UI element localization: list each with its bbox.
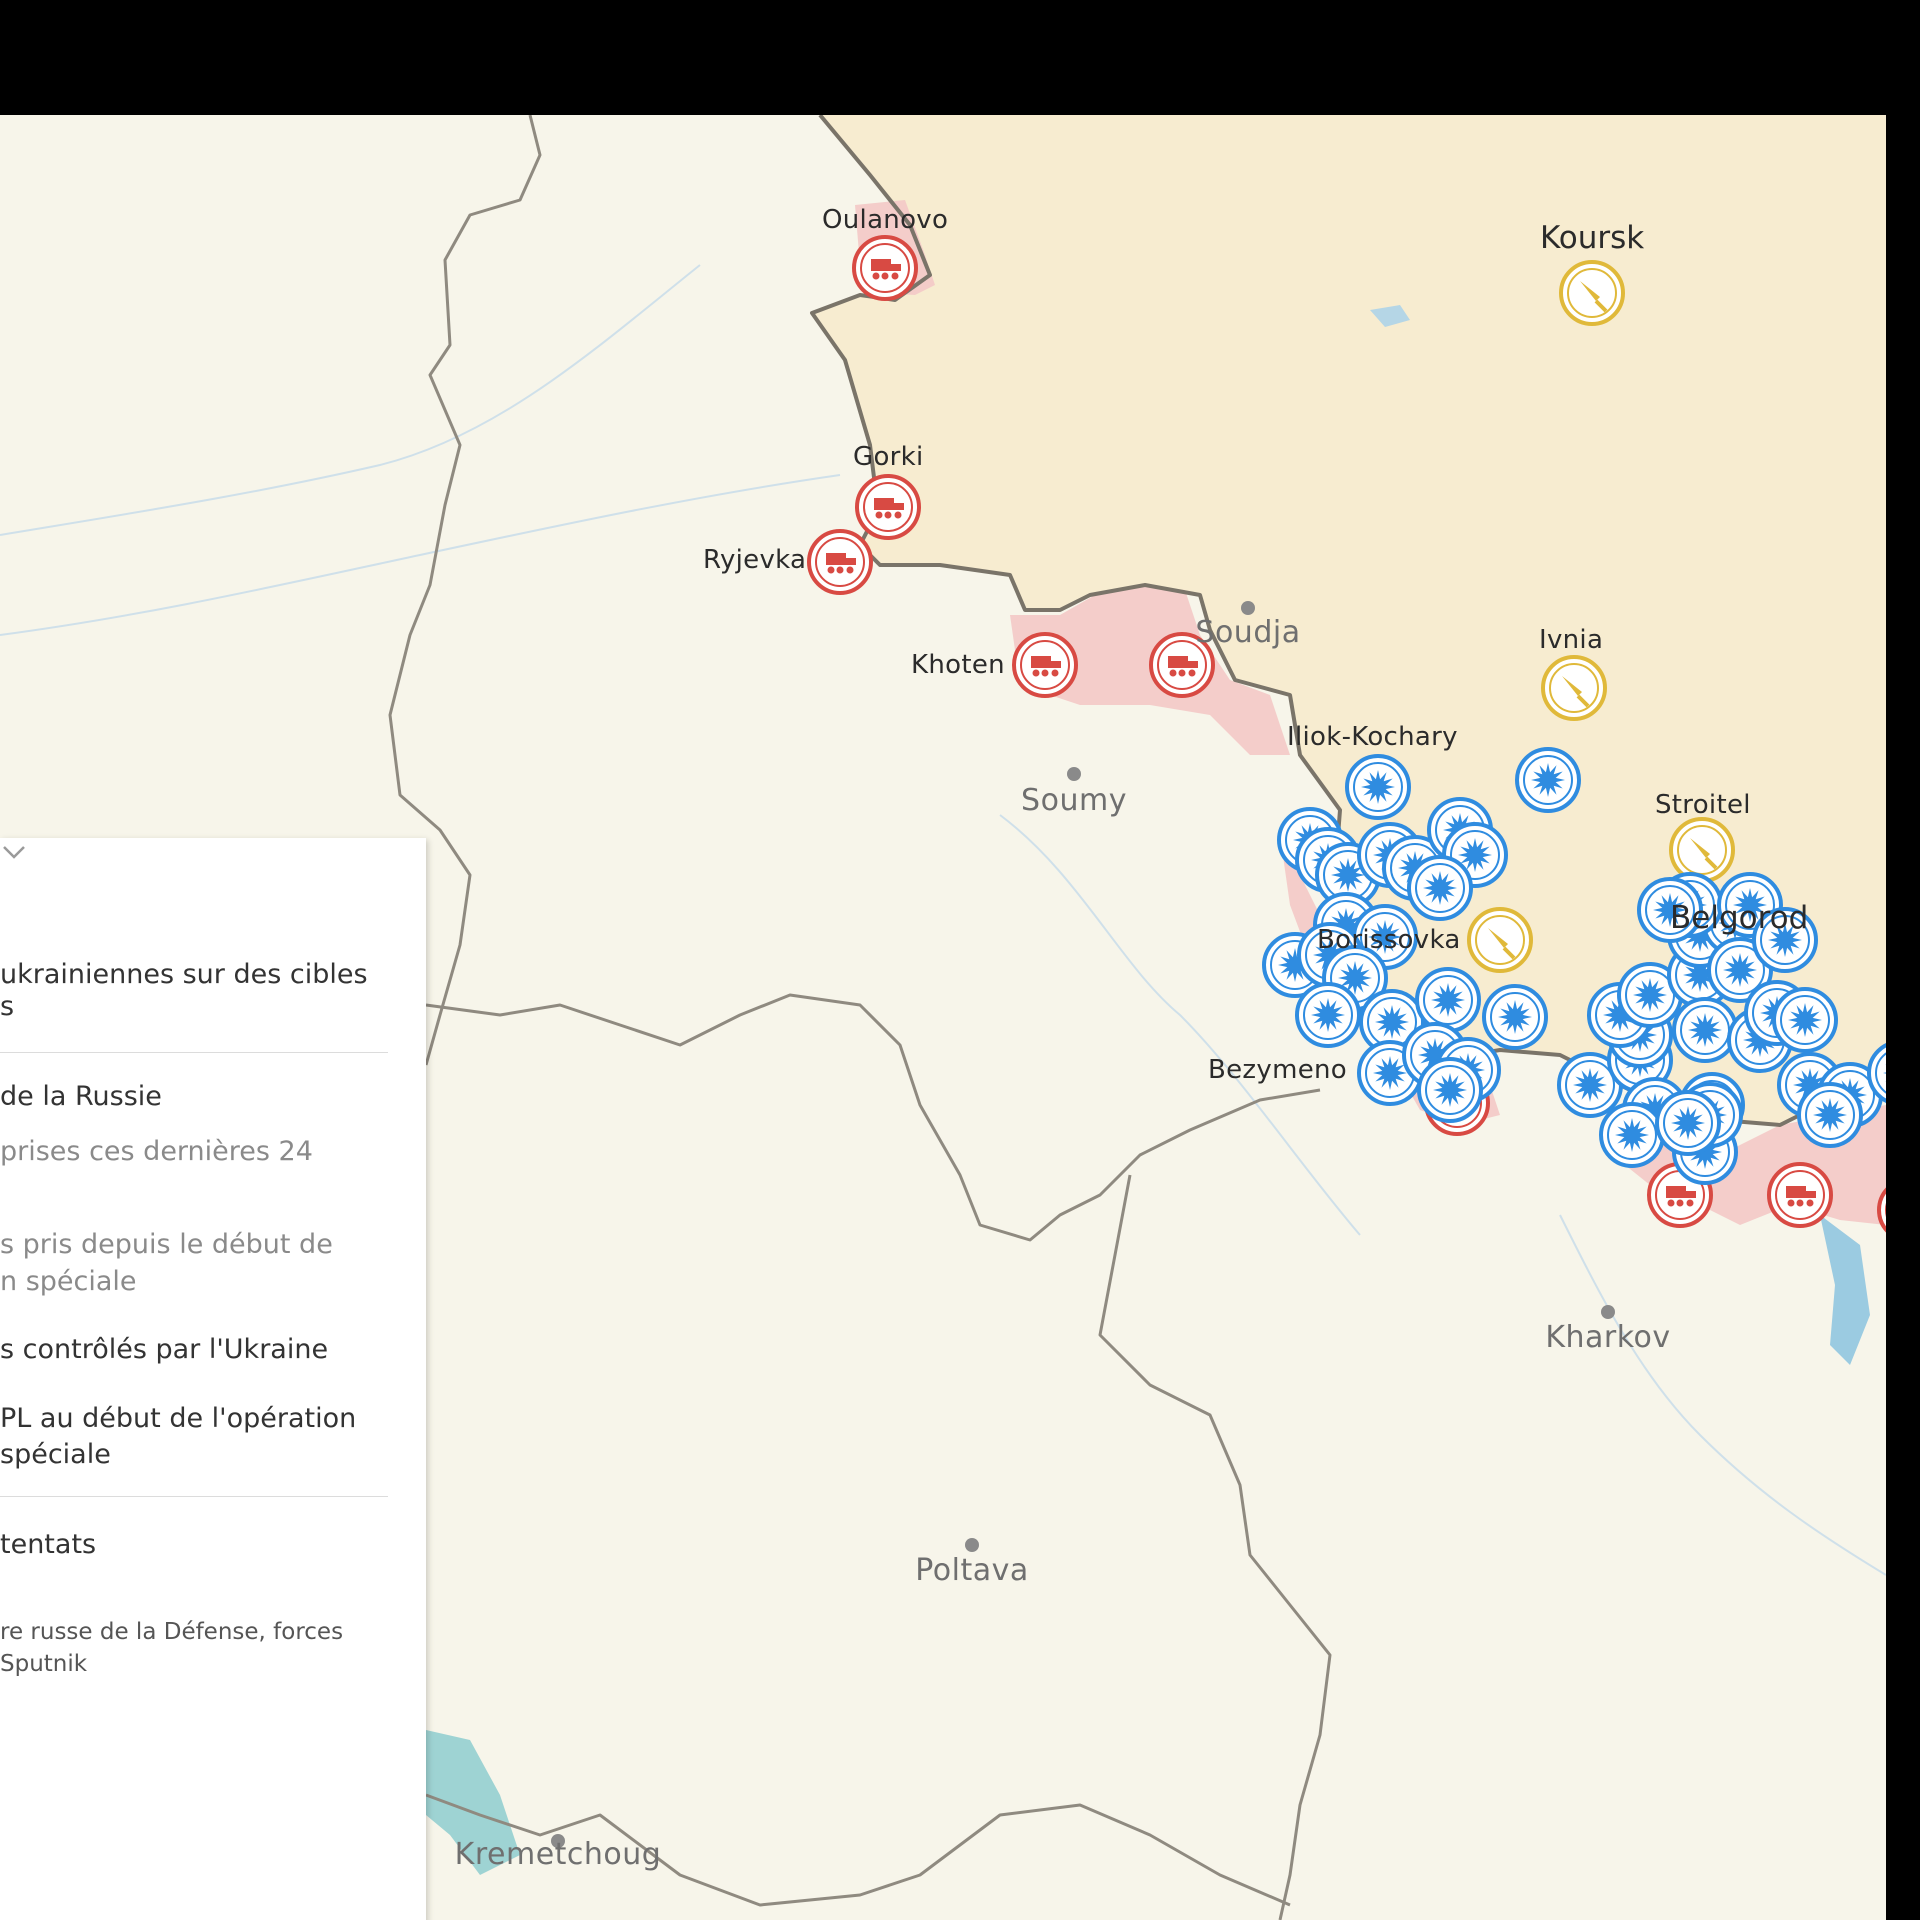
legend-panel: ukrainiennes sur des cibles s de la Russ… — [0, 838, 426, 1920]
oblast-border — [425, 993, 1321, 1242]
legend-item-5-line1: PL au début de l'opération — [0, 1403, 357, 1434]
city-dot-soudja — [1241, 601, 1255, 615]
legend-item-1-line2: s — [0, 991, 15, 1022]
explosion-star-icon[interactable] — [1655, 1090, 1721, 1156]
place-label-gorki: Gorki — [853, 442, 924, 472]
explosion-star-icon[interactable] — [1797, 1082, 1863, 1148]
explosion-star-icon[interactable] — [1407, 855, 1473, 921]
place-label-stroitel: Stroitel — [1655, 790, 1751, 820]
place-label-oulanovo: Oulanovo — [822, 205, 949, 235]
legend-item-3-line1: s pris depuis le début de — [0, 1229, 333, 1260]
rocket-icon[interactable] — [1467, 907, 1533, 973]
top-black-bar — [0, 0, 1920, 115]
legend-divider — [0, 1052, 388, 1053]
place-label-belgorod: Belgorod — [1670, 900, 1809, 936]
tank-truck-icon[interactable] — [1012, 632, 1078, 698]
tank-truck-icon[interactable] — [807, 529, 873, 595]
legend-item-5-line2: spéciale — [0, 1439, 111, 1470]
map-canvas[interactable]: Soumy Soudja Kharkov Poltava Kremetchoug… — [0, 115, 1886, 1920]
oblast-border — [1098, 1174, 1332, 1920]
place-label-iliok-kochary: Iliok-Kochary — [1287, 722, 1458, 752]
legend-item-6: tentats — [0, 1529, 97, 1560]
legend-source-line2: Sputnik — [0, 1651, 88, 1677]
tank-truck-icon[interactable] — [1767, 1162, 1833, 1228]
rocket-icon[interactable] — [1669, 817, 1735, 883]
place-label-koursk: Koursk — [1540, 220, 1645, 256]
place-label-ivnia: Ivnia — [1539, 625, 1604, 655]
explosion-star-icon[interactable] — [1599, 1102, 1665, 1168]
legend-item-2-line1: prises ces dernières 24 — [0, 1136, 313, 1167]
city-label-kharkov: Kharkov — [1545, 1320, 1671, 1355]
rocket-icon[interactable] — [1559, 260, 1625, 326]
explosion-star-icon[interactable] — [1295, 982, 1361, 1048]
legend-source-line1: re russe de la Défense, forces — [0, 1619, 344, 1645]
explosion-star-icon[interactable] — [1417, 1057, 1483, 1123]
legend-divider — [0, 1496, 388, 1497]
tank-truck-icon[interactable] — [855, 474, 921, 540]
tank-truck-icon[interactable] — [852, 235, 918, 301]
chevron-down-icon[interactable] — [0, 838, 28, 866]
legend-item-4: s contrôlés par l'Ukraine — [0, 1334, 329, 1365]
city-label-soumy: Soumy — [1021, 783, 1127, 818]
city-label-soudja: Soudja — [1195, 615, 1301, 650]
water-body — [1820, 1215, 1870, 1365]
place-label-khoten: Khoten — [911, 650, 1005, 680]
city-label-kremetchoug: Kremetchoug — [454, 1837, 662, 1872]
city-dot-poltava — [965, 1538, 979, 1552]
place-label-borissovka: Borissovka — [1317, 925, 1461, 955]
legend-item-3-line2: n spéciale — [0, 1266, 137, 1297]
legend-item-2-title: de la Russie — [0, 1081, 162, 1112]
explosion-star-icon[interactable] — [1672, 997, 1738, 1063]
explosion-star-icon[interactable] — [1415, 967, 1481, 1033]
explosion-star-icon[interactable] — [1515, 747, 1581, 813]
explosion-star-icon[interactable] — [1345, 754, 1411, 820]
city-dot-soumy — [1067, 767, 1081, 781]
place-label-bezymeno: Bezymeno — [1208, 1055, 1347, 1085]
rocket-icon[interactable] — [1541, 655, 1607, 721]
explosion-star-icon[interactable] — [1482, 984, 1548, 1050]
city-label-poltava: Poltava — [915, 1553, 1029, 1588]
river — [0, 264, 701, 536]
city-dot-kharkov — [1601, 1305, 1615, 1319]
place-label-ryjevka: Ryjevka — [703, 545, 807, 575]
explosion-star-icon[interactable] — [1772, 987, 1838, 1053]
